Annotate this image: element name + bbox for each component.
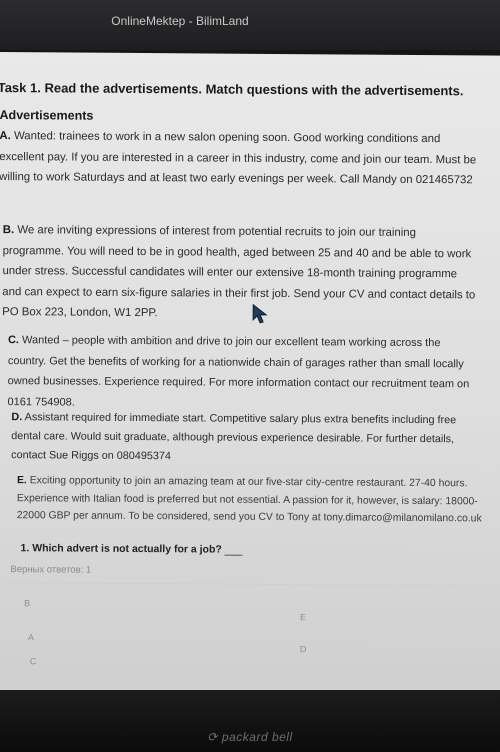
advert-c: C. Wanted – people with ambition and dri… <box>7 330 474 415</box>
question-1: 1. Which advert is not actually for a jo… <box>20 542 243 556</box>
answer-options-area <box>9 582 471 697</box>
advertisements-heading: Advertisements <box>0 108 94 123</box>
answer-blank[interactable] <box>224 544 243 556</box>
mouse-cursor-icon <box>252 303 268 324</box>
question-1-text: 1. Which advert is not actually for a jo… <box>20 542 222 556</box>
advert-d-label: D. <box>11 411 23 424</box>
answer-option-b[interactable]: B <box>24 598 30 608</box>
advert-a-label: A. <box>0 130 11 143</box>
laptop-brand: ⟳ packard bell <box>0 730 500 744</box>
advert-b-text: We are inviting expressions of interest … <box>2 224 476 320</box>
advert-b: B. We are inviting expressions of intere… <box>2 220 478 326</box>
answer-option-d[interactable]: D <box>300 644 307 654</box>
brand-name: packard bell <box>221 730 293 744</box>
brand-logo-icon: ⟳ <box>207 730 218 744</box>
advert-d-text: Assistant required for immediate start. … <box>11 411 457 463</box>
answer-option-c[interactable]: C <box>30 656 37 666</box>
advert-a: A. Wanted: trainees to work in a new sal… <box>0 126 484 191</box>
advert-a-text: Wanted: trainees to work in a new salon … <box>0 130 477 187</box>
advert-c-label: C. <box>7 334 20 347</box>
laptop-bezel: ⟳ packard bell <box>0 690 500 752</box>
browser-title-bar: OnlineMektep - BilimLand <box>0 0 500 50</box>
task-content: Task 1. Read the advertisements. Match q… <box>0 52 500 697</box>
advert-d: D. Assistant required for immediate star… <box>11 408 481 468</box>
answer-option-e[interactable]: E <box>300 612 306 622</box>
advert-c-text: Wanted – people with ambition and drive … <box>7 334 470 409</box>
task-title: Task 1. Read the advertisements. Match q… <box>0 80 464 99</box>
advert-b-label: B. <box>2 224 15 237</box>
answer-option-a[interactable]: A <box>28 632 34 642</box>
window-title: OnlineMektep - BilimLand <box>111 14 249 28</box>
advert-e-label: E. <box>16 475 27 487</box>
advert-e-text: Exciting opportunity to join an amazing … <box>16 475 482 525</box>
correct-answers-label: Верных ответов: 1 <box>10 564 92 576</box>
screen-page: Task 1. Read the advertisements. Match q… <box>0 52 500 697</box>
advert-e: E. Exciting opportunity to join an amazi… <box>17 472 497 528</box>
